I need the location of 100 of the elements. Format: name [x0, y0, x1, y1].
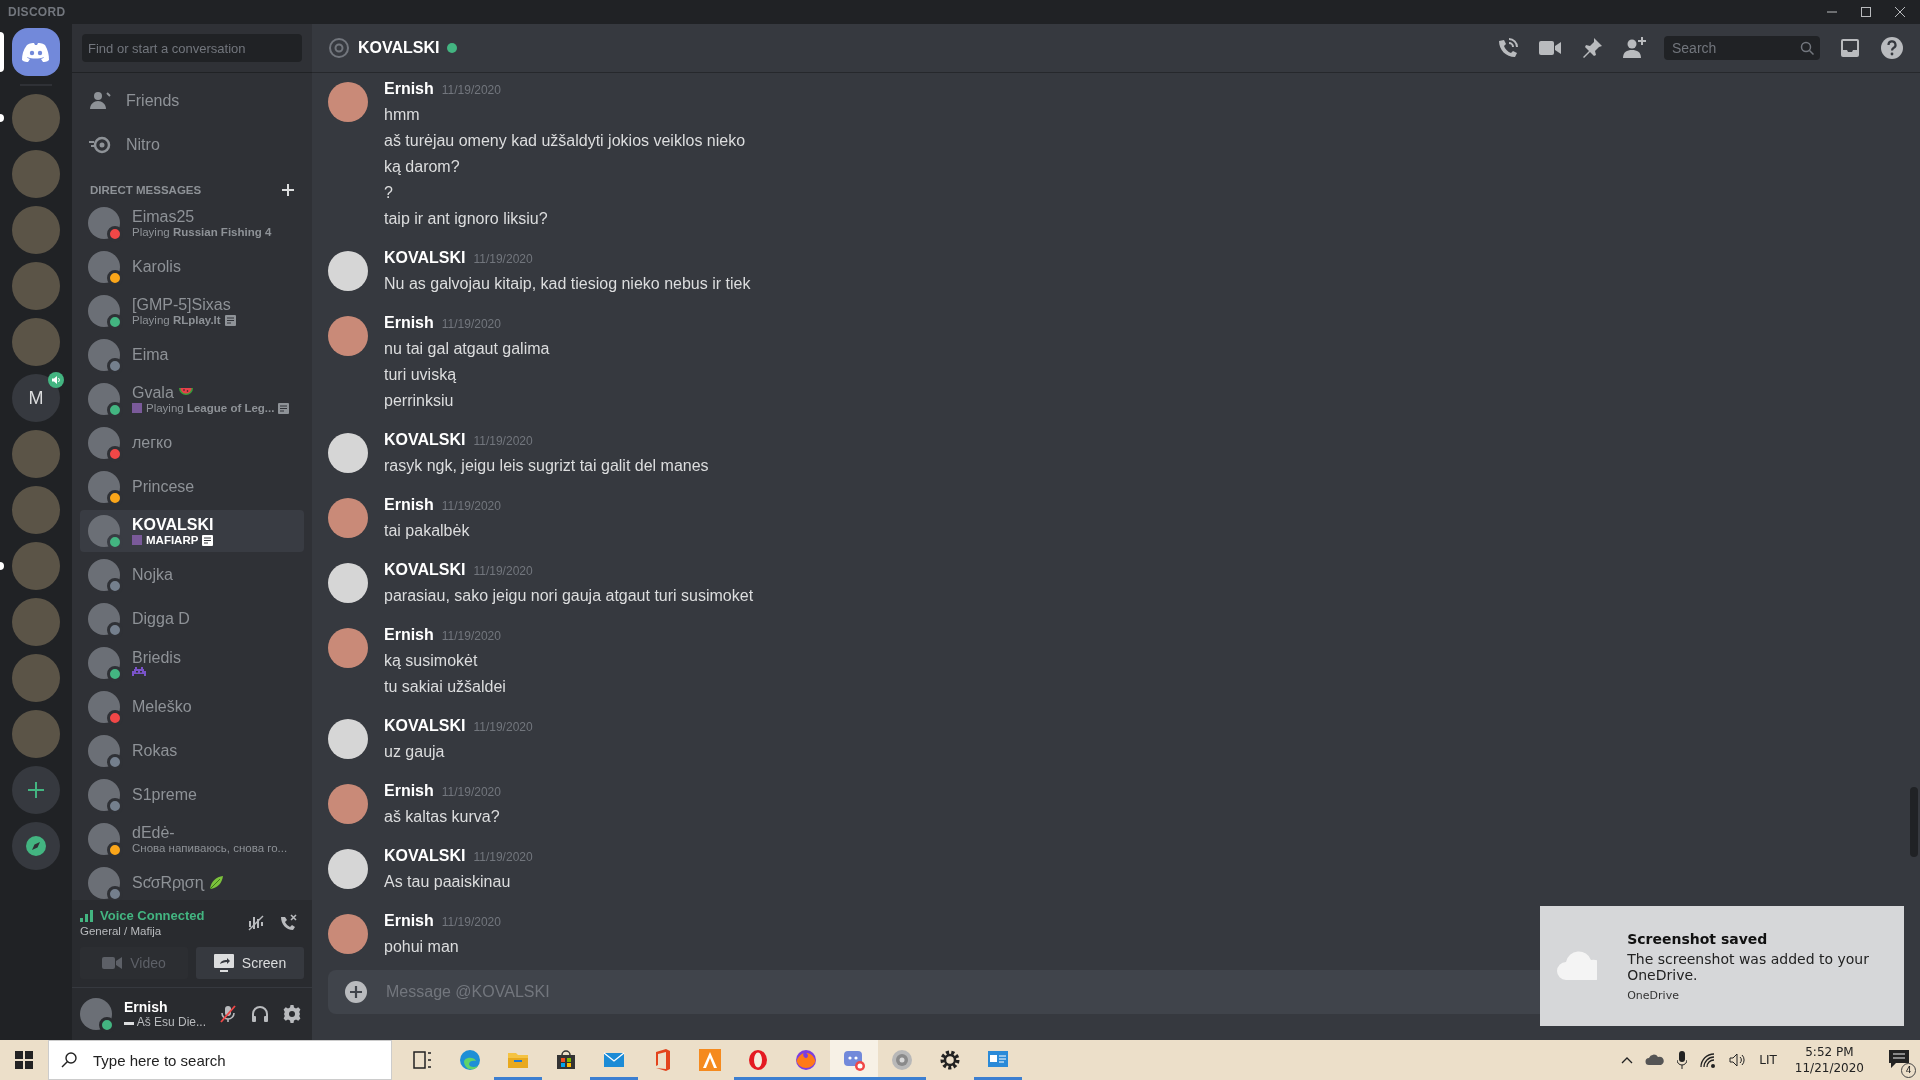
user-name: Rokas: [132, 742, 178, 760]
avatar-placeholder: [88, 471, 120, 503]
ring-icon: [746, 1048, 770, 1072]
message-timestamp: 11/19/2020: [473, 850, 533, 864]
avatar-placeholder: [328, 251, 368, 291]
user-name: Meleško: [132, 698, 192, 716]
fox-browser-icon: [794, 1048, 818, 1072]
screen-share-icon: [213, 954, 234, 972]
message-author[interactable]: KOVALSKI: [384, 717, 466, 735]
screen-button[interactable]: Screen: [196, 947, 304, 979]
avatar-placeholder: [328, 563, 368, 603]
conversation-item[interactable]: Karolis: [80, 246, 304, 288]
notification-source: OneDrive: [1627, 988, 1680, 1002]
inbox-icon[interactable]: [1838, 36, 1862, 60]
taskbar-search-field[interactable]: Type here to search: [48, 1040, 392, 1080]
conversation-search-button[interactable]: Find or start a conversation: [82, 34, 302, 62]
message-timestamp: 11/19/2020: [441, 83, 501, 97]
voice-status[interactable]: Voice Connected: [100, 908, 205, 923]
conversation-item[interactable]: Princese: [80, 466, 304, 508]
avatar-placeholder: [88, 515, 120, 547]
scrollbar-thumb[interactable]: [1910, 787, 1918, 857]
message-author[interactable]: Ernish: [384, 626, 434, 644]
chevron-up-icon[interactable]: [1621, 1056, 1634, 1064]
conversation-item[interactable]: S1preme: [80, 774, 304, 816]
message-author[interactable]: Ernish: [384, 496, 434, 514]
conversation-item[interactable]: [GMP-5]Sixas Playing RLplay.lt: [80, 290, 304, 332]
clock-time[interactable]: 5:52 PM: [1805, 1045, 1854, 1059]
conversation-item[interactable]: Rokas: [80, 730, 304, 772]
conversation-item[interactable]: Briedis: [80, 642, 304, 684]
user-name: легко: [132, 434, 173, 452]
input-language[interactable]: LIT: [1759, 1053, 1777, 1067]
plus-circle-icon[interactable]: [344, 980, 368, 1004]
conversation-item[interactable]: dEdė- Снова напиваюсь, снова го...: [80, 818, 304, 860]
avatar-placeholder: [88, 559, 120, 591]
message-author[interactable]: Ernish: [384, 314, 434, 332]
microphone-icon[interactable]: [218, 1004, 238, 1024]
chat-app-icon: [842, 1048, 866, 1072]
user-name: KOVALSKI: [132, 516, 214, 534]
avatar-placeholder: [88, 691, 120, 723]
conversation-item[interactable]: Nojka: [80, 554, 304, 596]
message-author[interactable]: KOVALSKI: [384, 249, 466, 267]
message-timestamp: 11/19/2020: [441, 915, 501, 929]
add-friend-icon[interactable]: [1622, 36, 1646, 60]
avatar-placeholder: [88, 251, 120, 283]
voice-channel[interactable]: General / Mafija: [80, 925, 234, 937]
message-author[interactable]: KOVALSKI: [384, 847, 466, 865]
conversation-item[interactable]: Eima: [80, 334, 304, 376]
avatar-placeholder: [88, 779, 120, 811]
phone-call-icon[interactable]: [1496, 36, 1520, 60]
avatar-placeholder: [328, 628, 368, 668]
close-icon[interactable]: [1894, 6, 1906, 18]
disconnect-call-icon[interactable]: [278, 912, 298, 933]
noise-suppression-icon[interactable]: [246, 912, 266, 933]
message-author[interactable]: KOVALSKI: [384, 431, 466, 449]
conversation-item[interactable]: Eimas25 Playing Russian Fishing 4: [80, 202, 304, 244]
start-icon[interactable]: [15, 1051, 33, 1069]
conversation-item[interactable]: Gvala Playing League of Leg...: [80, 378, 304, 420]
avatar-placeholder: [328, 316, 368, 356]
microphone-icon[interactable]: [1677, 1051, 1688, 1069]
message-text: nu tai gal atgaut galima: [384, 339, 550, 359]
app-title: DISCORD: [8, 5, 66, 19]
notification-toast[interactable]: Screenshot saved The screenshot was added to your OneDrive. OneDrive: [1540, 906, 1904, 1026]
plus-icon[interactable]: [282, 184, 294, 196]
avatar-placeholder: [328, 498, 368, 538]
headphones-icon[interactable]: [250, 1004, 270, 1024]
signal-bars-icon: [80, 909, 94, 922]
message-text: aš turėjau omeny kad užšaldyti jokios veiklos nieko: [384, 131, 746, 151]
speaker-app-icon: [890, 1048, 914, 1072]
message-author[interactable]: Ernish: [384, 782, 434, 800]
conversation-item[interactable]: Meleško: [80, 686, 304, 728]
message-author[interactable]: Ernish: [384, 912, 434, 930]
avatar-placeholder: [328, 433, 368, 473]
triangle-app-icon: [698, 1048, 722, 1072]
search-field[interactable]: Search: [1664, 36, 1820, 60]
settings-icon[interactable]: [282, 1004, 302, 1024]
message-author[interactable]: KOVALSKI: [384, 561, 466, 579]
help-icon[interactable]: [1880, 36, 1904, 60]
message-timestamp: 11/19/2020: [473, 720, 533, 734]
nav-item[interactable]: Nitro: [80, 124, 304, 166]
search-input[interactable]: Search: [1670, 39, 1800, 57]
nav-item[interactable]: Friends: [80, 80, 304, 122]
avatar-placeholder: [88, 867, 120, 899]
message-text: ką darom?: [384, 157, 461, 177]
clock-date[interactable]: 11/21/2020: [1794, 1061, 1864, 1075]
conversation-item[interactable]: KOVALSKI MAFIARP: [80, 510, 304, 552]
conversation-item[interactable]: Digga D: [80, 598, 304, 640]
message-text: ?: [384, 183, 394, 203]
wifi-icon[interactable]: [1699, 1052, 1718, 1068]
message-text: tu sakiai užšaldei: [384, 677, 506, 697]
maximize-icon[interactable]: [1860, 6, 1872, 18]
volume-icon[interactable]: [1729, 1052, 1748, 1068]
message-author[interactable]: Ernish: [384, 80, 434, 98]
cloud-icon[interactable]: [1645, 1054, 1666, 1066]
conversation-item[interactable]: легко: [80, 422, 304, 464]
message-text: As tau paaiskinau: [384, 872, 512, 892]
message-timestamp: 11/19/2020: [473, 564, 533, 578]
user-name: Ernish: [124, 999, 169, 1015]
status-text: Снова напиваюсь, снова го...: [132, 842, 288, 854]
notification-title: Screenshot saved: [1627, 930, 1769, 947]
plus-icon: [26, 780, 46, 800]
